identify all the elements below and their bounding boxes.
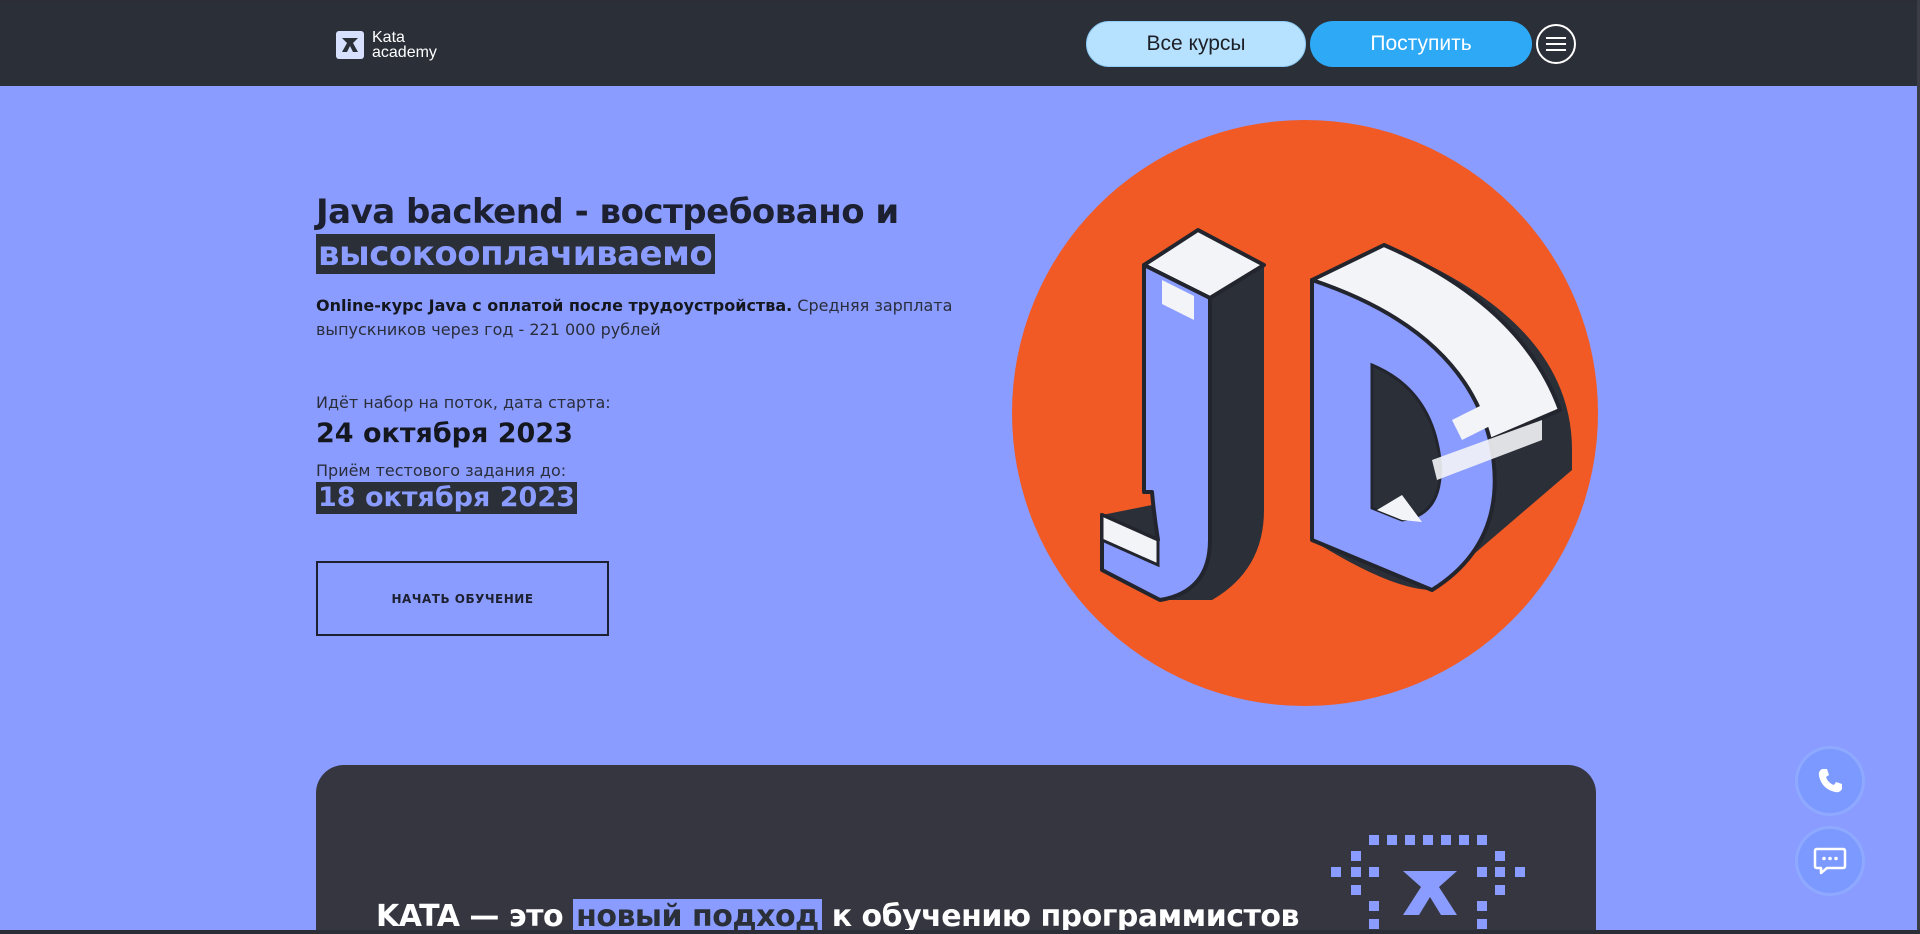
all-courses-button[interactable]: Все курсы <box>1086 21 1306 67</box>
chat-button[interactable] <box>1798 829 1862 893</box>
kata-title-part1: KATA — это <box>376 899 574 934</box>
hero-title-highlight: высокооплачиваемо <box>316 234 716 274</box>
hero-subtitle-bold: Online-курс Java с оплатой после трудоус… <box>316 296 793 315</box>
phone-icon <box>1818 769 1842 793</box>
hero-title: Java backend - востребовано и высокоопла… <box>316 191 956 275</box>
start-date-value: 24 октября 2023 <box>316 418 573 449</box>
menu-button[interactable] <box>1536 24 1576 64</box>
kata-intro-title: KATA — это новый подход к обучению прогр… <box>376 899 1299 934</box>
apply-button[interactable]: Поступить <box>1310 21 1532 67</box>
test-deadline-label: Приём тестового задания до: <box>316 461 567 480</box>
kata-intro-section: KATA — это новый подход к обучению прогр… <box>316 765 1596 934</box>
kata-pixel-logo-icon <box>1331 835 1525 929</box>
logo-text: Kata academy <box>372 29 437 61</box>
kata-logo-icon <box>336 31 364 59</box>
chat-icon <box>1813 847 1847 875</box>
page-frame-bottom <box>0 930 1920 934</box>
test-deadline-value: 18 октября 2023 <box>316 482 577 514</box>
hamburger-menu-icon <box>1546 37 1566 51</box>
kata-title-highlight: новый подход <box>573 899 822 934</box>
hero-title-line1: Java backend - востребовано и <box>316 192 899 232</box>
jd-letters-icon <box>1012 120 1598 706</box>
start-date-label: Идёт набор на поток, дата старта: <box>316 393 611 412</box>
logo-line-kata: Kata <box>372 29 405 46</box>
start-learning-button[interactable]: НАЧАТЬ ОБУЧЕНИЕ <box>316 561 609 636</box>
kata-academy-logo[interactable]: Kata academy <box>336 27 437 63</box>
site-header: Kata academy Все курсы Поступить <box>0 3 1917 86</box>
call-button[interactable] <box>1798 749 1862 813</box>
kata-title-part2: к обучению программистов <box>821 899 1300 934</box>
hero-subtitle: Online-курс Java с оплатой после трудоус… <box>316 294 956 342</box>
logo-line-academy: academy <box>372 44 437 61</box>
